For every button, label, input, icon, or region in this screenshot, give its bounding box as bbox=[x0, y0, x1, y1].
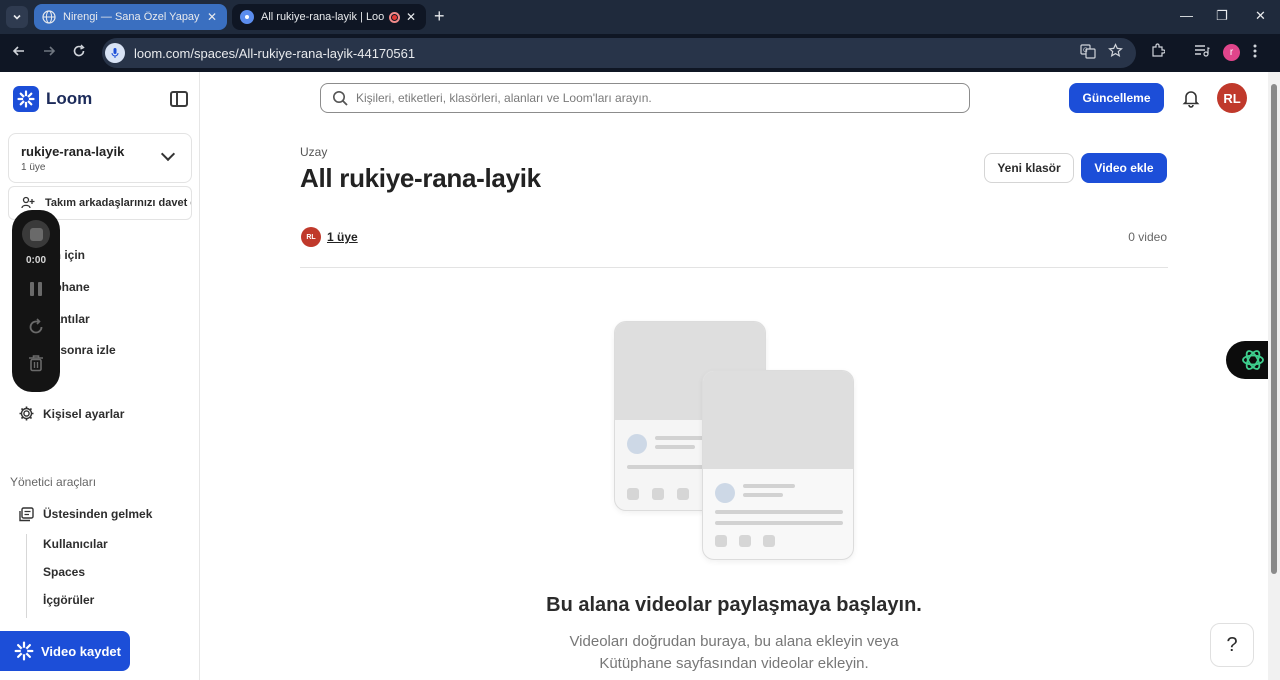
record-video-label: Video kaydet bbox=[41, 643, 121, 659]
empty-state-description-line: Kütüphane sayfasından videolar ekleyin. bbox=[599, 655, 869, 672]
scrollbar[interactable] bbox=[1268, 72, 1280, 680]
avatar-icon bbox=[715, 483, 735, 503]
recording-indicator-icon bbox=[389, 11, 400, 23]
page-eyebrow: Uzay bbox=[300, 145, 328, 159]
member-avatar: RL bbox=[301, 227, 321, 247]
media-control-icon[interactable] bbox=[1194, 43, 1210, 61]
empty-state-title: Bu alana videolar paylaşmaya başlayın. bbox=[546, 594, 922, 616]
trash-icon[interactable] bbox=[28, 354, 44, 372]
admin-section-title: Yönetici araçları bbox=[10, 475, 97, 489]
user-avatar[interactable]: RL bbox=[1217, 83, 1247, 113]
url-text: loom.com/spaces/All-rukiye-rana-layik-44… bbox=[134, 45, 416, 61]
video-count: 0 video bbox=[1128, 230, 1167, 244]
translate-icon[interactable]: G bbox=[1080, 43, 1096, 62]
browser-toolbar: loom.com/spaces/All-rukiye-rana-layik-44… bbox=[0, 34, 1280, 72]
logo-text: Loom bbox=[46, 89, 93, 108]
arrow-left-icon bbox=[12, 46, 24, 56]
stop-recording-button[interactable] bbox=[22, 220, 50, 248]
svg-text:G: G bbox=[1083, 47, 1088, 54]
reload-button[interactable] bbox=[72, 44, 86, 62]
chevron-down-icon bbox=[160, 146, 176, 162]
site-info-icon[interactable] bbox=[105, 43, 125, 63]
members-link[interactable]: 1 üye bbox=[327, 230, 358, 244]
upgrade-button[interactable]: Güncelleme bbox=[1069, 83, 1164, 113]
loom-favicon-icon bbox=[240, 10, 254, 24]
loom-logo-icon bbox=[13, 86, 39, 112]
browser-tab-nirengi[interactable]: Nirengi — Sana Özel Yapay Zek ✕ bbox=[34, 4, 227, 30]
reload-icon bbox=[73, 44, 85, 57]
forward-button[interactable] bbox=[42, 44, 56, 62]
workspace-switcher[interactable]: rukiye-rana-layik 1 üye bbox=[8, 133, 192, 183]
extensions-icon[interactable] bbox=[1150, 43, 1166, 61]
arrow-right-icon bbox=[44, 46, 56, 56]
record-video-button[interactable]: Video kaydet bbox=[0, 631, 130, 671]
divider bbox=[300, 267, 1168, 268]
tab-search-button[interactable] bbox=[6, 6, 28, 28]
workspace-name: rukiye-rana-layik bbox=[21, 144, 125, 159]
avatar-icon bbox=[627, 434, 647, 454]
loom-app: Loom rukiye-rana-layik 1 üye Takım arkad… bbox=[0, 72, 1280, 680]
browser-tab-bar: Nirengi — Sana Özel Yapay Zek ✕ All ruki… bbox=[0, 0, 1280, 34]
illustration-card-front bbox=[702, 370, 854, 560]
search-placeholder: Kişileri, etiketleri, klasörleri, alanla… bbox=[356, 91, 652, 105]
invite-label: Takım arkadaşlarınızı davet edin bbox=[45, 197, 191, 209]
search-input[interactable]: Kişileri, etiketleri, klasörleri, alanla… bbox=[320, 83, 970, 113]
browser-tab-loom[interactable]: All rukiye-rana-layik | Loom ✕ bbox=[232, 4, 426, 30]
search-icon bbox=[333, 91, 348, 106]
gear-icon bbox=[19, 406, 34, 421]
pause-icon[interactable] bbox=[30, 282, 42, 296]
bookmark-star-icon[interactable] bbox=[1108, 43, 1123, 61]
close-icon[interactable]: ✕ bbox=[205, 10, 219, 24]
help-button[interactable]: ? bbox=[1210, 623, 1254, 667]
empty-state-illustration bbox=[610, 317, 860, 567]
globe-icon bbox=[42, 10, 56, 24]
manage-icon bbox=[19, 507, 34, 522]
empty-state-description: Videoları doğrudan buraya, bu alana ekle… bbox=[500, 631, 968, 675]
sidebar-item-users[interactable]: Kullanıcılar bbox=[43, 537, 108, 551]
minimize-button[interactable]: — bbox=[1180, 8, 1193, 23]
sidebar-item-insights[interactable]: İçgörüler bbox=[43, 593, 94, 607]
restart-icon[interactable] bbox=[27, 318, 45, 336]
recording-controls: 0:00 bbox=[12, 210, 60, 392]
tab-title: All rukiye-rana-layik | Loom bbox=[261, 11, 385, 23]
empty-state-description-line: Videoları doğrudan buraya, bu alana ekle… bbox=[569, 633, 899, 650]
tab-title: Nirengi — Sana Özel Yapay Zek bbox=[63, 11, 201, 23]
new-tab-button[interactable]: + bbox=[434, 7, 445, 25]
sidebar-item-manage[interactable]: Üstesinden gelmek bbox=[43, 507, 152, 521]
workspace-member-count: 1 üye bbox=[21, 162, 46, 173]
close-window-button[interactable]: ✕ bbox=[1255, 8, 1266, 24]
collapse-sidebar-icon[interactable] bbox=[170, 91, 188, 107]
recording-timer: 0:00 bbox=[25, 255, 46, 266]
browser-menu-icon[interactable] bbox=[1252, 43, 1258, 62]
add-user-icon bbox=[21, 196, 35, 209]
chevron-down-icon bbox=[13, 14, 21, 20]
close-icon[interactable]: ✕ bbox=[404, 10, 418, 24]
new-folder-button[interactable]: Yeni klasör bbox=[984, 153, 1074, 183]
loom-logo[interactable]: Loom bbox=[13, 86, 92, 112]
page-title: All rukiye-rana-layik bbox=[300, 163, 541, 193]
sidebar-item-personal-settings[interactable]: Kişisel ayarlar bbox=[43, 407, 124, 421]
browser-profile-avatar[interactable]: r bbox=[1223, 44, 1240, 61]
openai-icon bbox=[1242, 350, 1264, 370]
scrollbar-thumb[interactable] bbox=[1271, 84, 1277, 574]
restore-button[interactable]: ❐ bbox=[1216, 8, 1228, 24]
add-video-button[interactable]: Video ekle bbox=[1081, 153, 1167, 183]
bell-icon[interactable] bbox=[1181, 88, 1201, 108]
address-bar[interactable]: loom.com/spaces/All-rukiye-rana-layik-44… bbox=[102, 38, 1136, 68]
sidebar-item-spaces[interactable]: Spaces bbox=[43, 565, 85, 579]
submenu-divider bbox=[26, 534, 27, 618]
loom-logo-icon bbox=[14, 641, 34, 661]
back-button[interactable] bbox=[12, 44, 26, 62]
